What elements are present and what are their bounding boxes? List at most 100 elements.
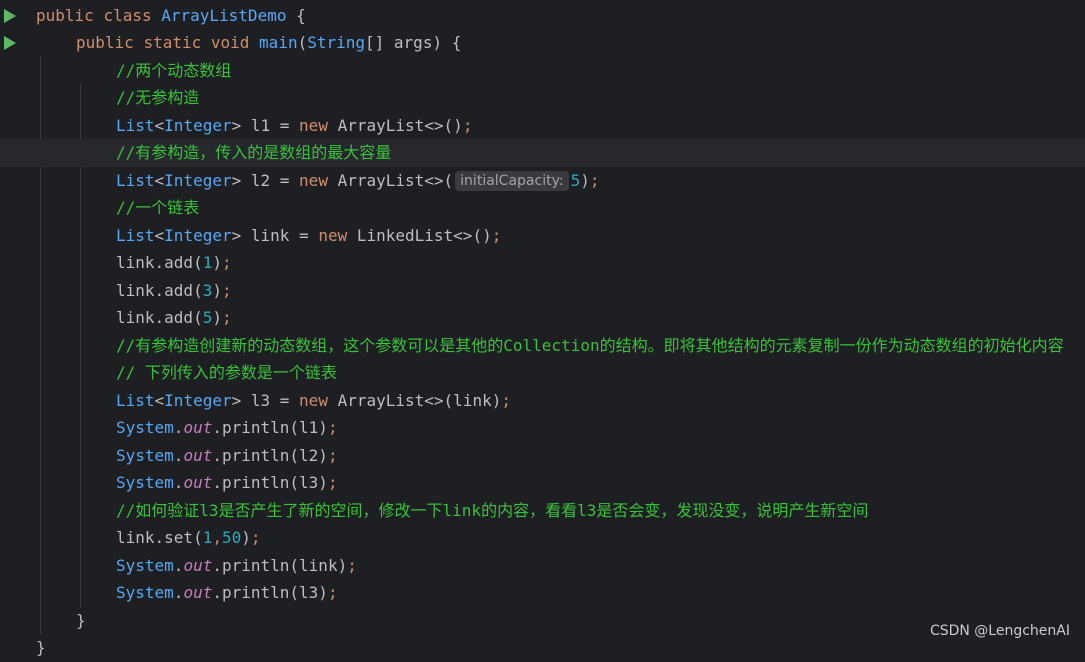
code-token: 50 <box>221 528 242 547</box>
code-token: //有参构造，传入的是数组的最大容量 <box>116 143 392 162</box>
code-token: //有参构造创建新的动态数组，这个参数可以是其他的Collection的结构。即… <box>116 335 1064 355</box>
code-token: 5 <box>202 308 213 327</box>
code-line[interactable]: List<Integer> l3 = new ArrayList<>(link)… <box>0 387 1085 415</box>
code-token: .println(link) <box>212 555 348 575</box>
code-text: //一个链表 <box>116 194 199 222</box>
code-line[interactable]: System.out.println(l1); <box>0 414 1085 442</box>
code-token: { <box>286 5 306 25</box>
code-line[interactable]: //有参构造，传入的是数组的最大容量 <box>0 139 1085 167</box>
code-token: 1 <box>202 253 213 272</box>
code-line[interactable]: List<Integer> link = new LinkedList<>(); <box>0 222 1085 250</box>
code-text: List<Integer> link = new LinkedList<>(); <box>116 222 501 250</box>
code-line[interactable]: System.out.println(l3); <box>0 469 1085 497</box>
code-token: ; <box>327 445 338 465</box>
gutter <box>0 2 28 30</box>
code-token: ( <box>297 33 308 52</box>
code-token: void <box>210 33 260 52</box>
code-token: ; <box>327 583 338 602</box>
code-line[interactable]: link.add(5); <box>0 304 1085 332</box>
code-token: List <box>116 115 155 135</box>
code-token: ArrayList<>(link) <box>337 390 502 410</box>
code-token: String <box>307 33 366 52</box>
code-token: ) <box>212 253 222 272</box>
code-token: ) <box>212 308 222 327</box>
code-token: ; <box>491 225 502 245</box>
code-line[interactable]: public static void main(String[] args) { <box>0 29 1085 57</box>
code-line[interactable]: link.set(1,50); <box>0 524 1085 552</box>
code-token: // 下列传入的参数是一个链表 <box>116 363 337 382</box>
code-token: ; <box>327 418 338 437</box>
code-text: List<Integer> l2 = new ArrayList<>(initi… <box>116 167 599 195</box>
code-token: ArrayList<>( <box>337 170 454 190</box>
code-token: ; <box>221 253 232 272</box>
run-icon[interactable] <box>4 8 16 23</box>
code-line[interactable]: public class ArrayListDemo { <box>0 2 1085 30</box>
code-editor[interactable]: public class ArrayListDemo {public stati… <box>0 0 1085 657</box>
code-token: < <box>154 225 165 245</box>
code-token: .println(l2) <box>212 445 328 465</box>
code-token: List <box>116 170 155 190</box>
code-token: ) <box>212 280 222 300</box>
code-token: ; <box>327 473 338 492</box>
code-line[interactable]: List<Integer> l2 = new ArrayList<>(initi… <box>0 167 1085 195</box>
code-token: out <box>183 418 213 437</box>
code-token: ArrayListDemo <box>161 5 287 25</box>
code-text: System.out.println(l2); <box>116 442 338 470</box>
code-token: < <box>154 390 165 410</box>
code-token: < <box>154 170 165 190</box>
code-token: System <box>116 445 174 465</box>
code-line[interactable]: //一个链表 <box>0 194 1085 222</box>
code-text: } <box>36 634 46 662</box>
code-text: //有参构造，传入的是数组的最大容量 <box>116 139 391 167</box>
code-line[interactable]: //有参构造创建新的动态数组，这个参数可以是其他的Collection的结构。即… <box>0 332 1085 360</box>
code-token: .println(l3) <box>212 583 328 602</box>
code-token: out <box>183 555 213 575</box>
code-line[interactable]: // 下列传入的参数是一个链表 <box>0 359 1085 387</box>
code-token: //如何验证l3是否产生了新的空间，修改一下link的内容，看看l3是否会变，发… <box>116 500 869 520</box>
code-line[interactable]: System.out.println(l3); <box>0 579 1085 607</box>
csdn-watermark: CSDN @LengchenAI <box>929 623 1070 639</box>
code-line[interactable]: //两个动态数组 <box>0 57 1085 85</box>
code-token: } <box>36 638 46 657</box>
run-icon[interactable] <box>4 36 16 50</box>
code-line[interactable]: List<Integer> l1 = new ArrayList<>(); <box>0 112 1085 140</box>
code-token: System <box>116 555 174 575</box>
code-token: ; <box>250 528 261 547</box>
code-text: public static void main(String[] args) { <box>76 29 461 57</box>
code-token: , <box>212 528 222 547</box>
code-token: static <box>143 33 211 52</box>
code-token: 3 <box>202 280 213 300</box>
code-token: new <box>299 115 338 135</box>
code-token: } <box>76 610 86 630</box>
code-line[interactable]: System.out.println(link); <box>0 552 1085 580</box>
code-line[interactable]: System.out.println(l2); <box>0 442 1085 470</box>
code-text: List<Integer> l3 = new ArrayList<>(link)… <box>116 387 511 415</box>
code-token: Integer <box>164 225 232 245</box>
code-token: main <box>259 33 298 52</box>
code-token: System <box>116 418 174 437</box>
code-token: ; <box>221 308 232 327</box>
code-token: > l2 = <box>231 170 300 190</box>
code-token: > link = <box>231 225 319 245</box>
code-token: ) <box>241 528 251 547</box>
code-token: .println(l1) <box>212 418 328 437</box>
code-line[interactable]: //如何验证l3是否产生了新的空间，修改一下link的内容，看看l3是否会变，发… <box>0 497 1085 525</box>
code-line[interactable]: link.add(1); <box>0 249 1085 277</box>
code-token: out <box>183 473 213 492</box>
code-token: out <box>183 583 213 602</box>
code-token: ) <box>580 170 590 190</box>
code-line[interactable]: } <box>0 607 1085 635</box>
code-token: link.add( <box>116 280 203 300</box>
code-text: link.add(5); <box>116 304 232 332</box>
code-line[interactable]: //无参构造 <box>0 84 1085 112</box>
code-token: //一个链表 <box>116 198 200 217</box>
code-text: System.out.println(l3); <box>116 579 338 607</box>
code-line[interactable]: link.add(3); <box>0 277 1085 305</box>
code-token: . <box>173 418 184 437</box>
code-text: } <box>76 607 86 635</box>
code-token: . <box>173 445 184 465</box>
code-token: ; <box>221 280 232 300</box>
code-line[interactable]: } <box>0 634 1085 662</box>
code-token: > l3 = <box>231 390 300 410</box>
code-token: .println(l3) <box>212 473 328 492</box>
